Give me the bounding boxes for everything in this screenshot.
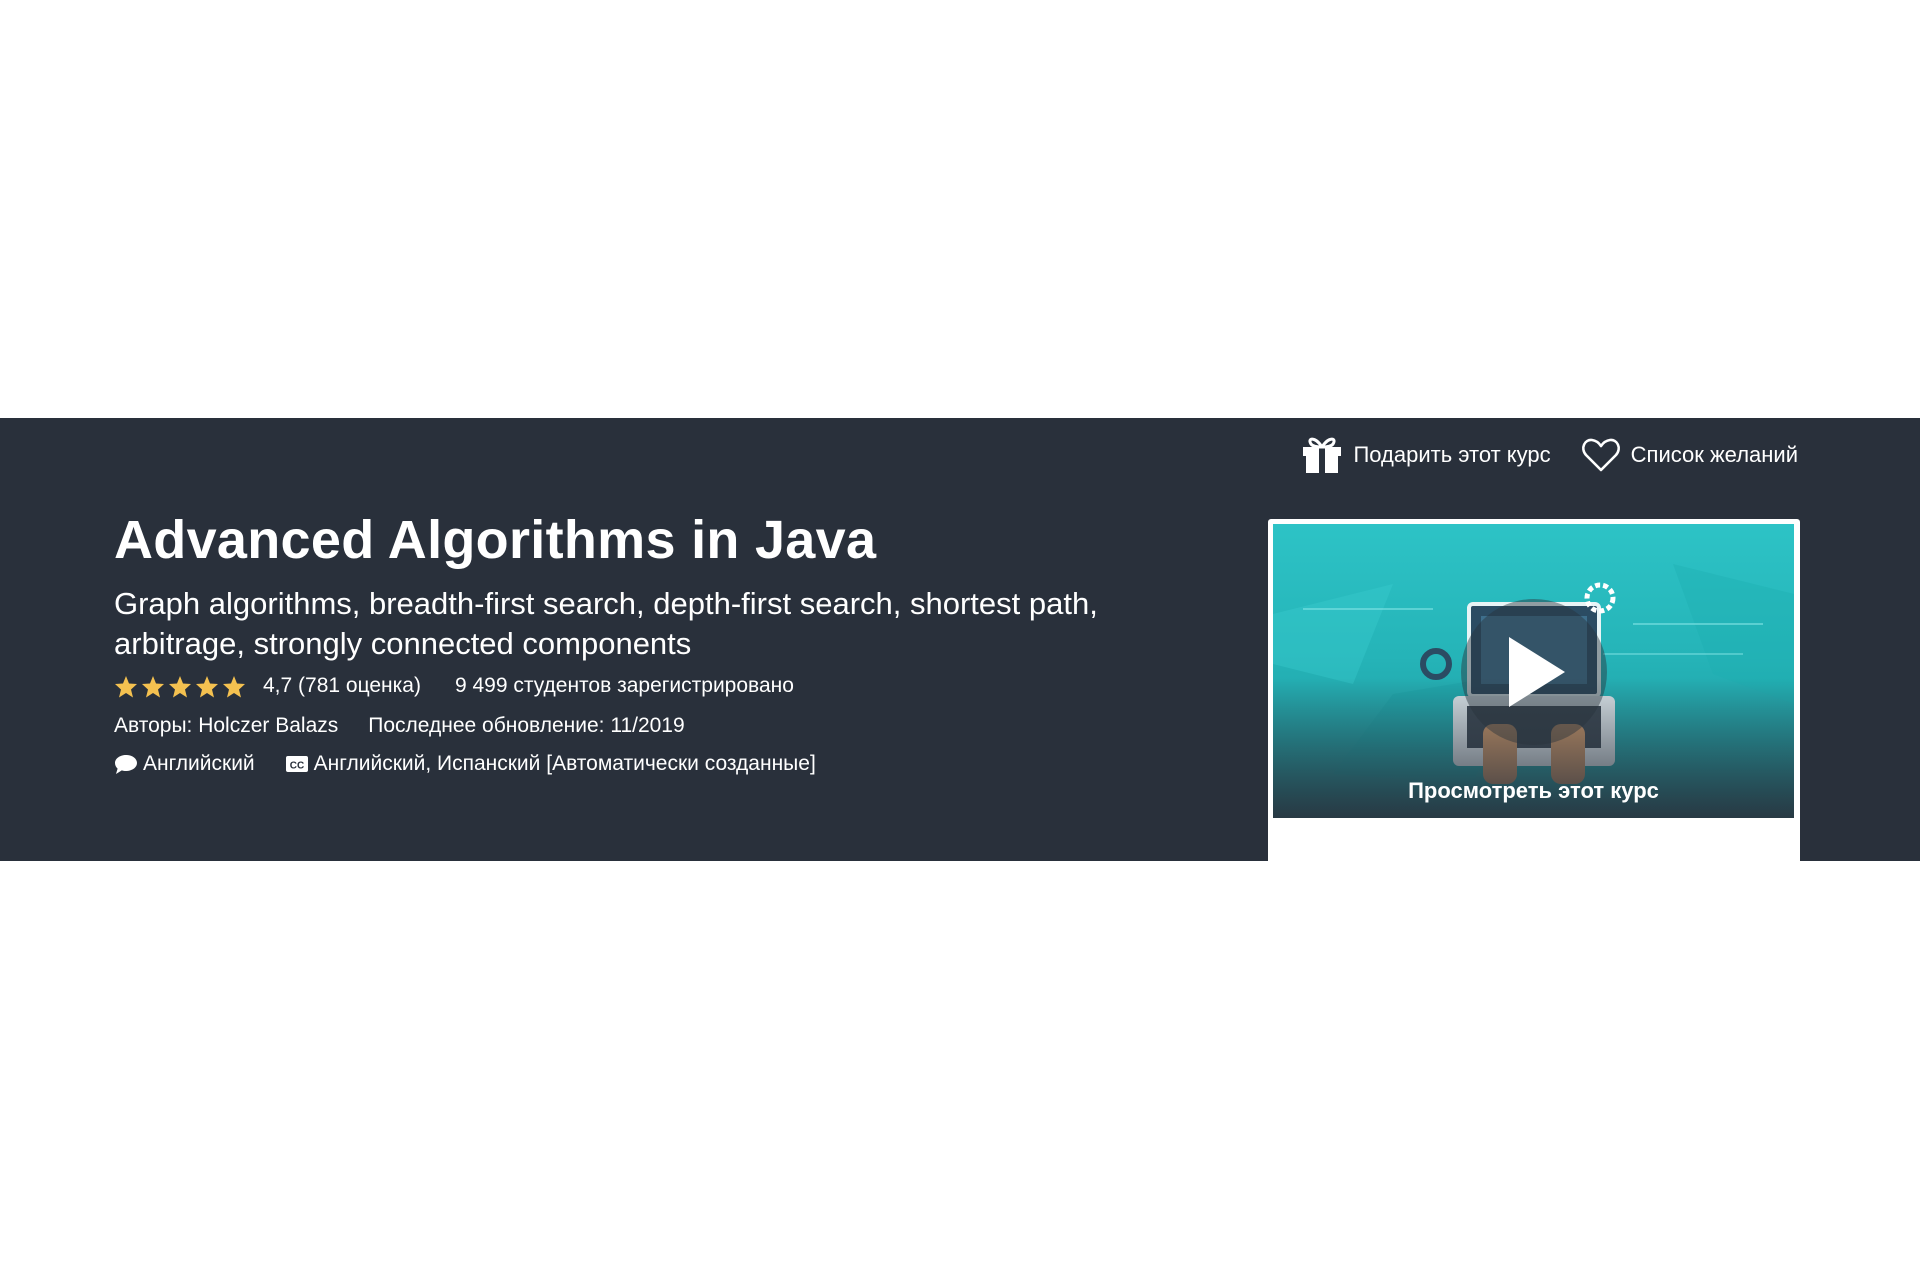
preview-course-label: Просмотреть этот курс (1408, 778, 1659, 803)
play-icon (1509, 637, 1565, 707)
gift-icon (1303, 437, 1342, 473)
star-rating[interactable] (114, 675, 249, 698)
speech-bubble-icon (115, 755, 137, 774)
gift-course-button[interactable]: Подарить этот курс (1301, 436, 1551, 474)
course-subtitle: Graph algorithms, breadth-first search, … (114, 586, 1098, 661)
captions-info: CC Английский, Испанский [Автоматически … (285, 752, 816, 776)
svg-text:CC: CC (289, 761, 303, 772)
last-updated: Последнее обновление: 11/2019 (368, 714, 685, 737)
play-button[interactable] (1461, 599, 1607, 745)
students-count: 9 499 студентов зарегистрировано (454, 674, 794, 697)
star-icon (115, 675, 137, 697)
heart-icon (1581, 438, 1620, 472)
course-actions: Подарить этот курс Список желаний (1301, 436, 1798, 474)
star-icon (223, 675, 245, 697)
rating-text[interactable]: 4,7 (781 оценка) (263, 674, 421, 698)
gift-course-label: Подарить этот курс (1353, 442, 1551, 467)
wishlist-label: Список желаний (1630, 442, 1798, 467)
course-page: Подарить этот курс Список желаний Advanc… (0, 0, 1920, 1280)
captions-languages: Английский, Испанский [Автоматически соз… (313, 752, 816, 775)
course-title: Advanced Algorithms in Java (114, 510, 877, 570)
wishlist-button[interactable]: Список желаний (1581, 437, 1798, 473)
course-authors[interactable]: Авторы: Holczer Balazs (114, 714, 338, 738)
course-preview-card: Просмотреть этот курс (1268, 519, 1800, 861)
star-icon (196, 675, 218, 697)
authors-row: Авторы: Holczer Balazs Последнее обновле… (114, 714, 685, 738)
language-row: Английский CC Английский, Испанский [Авт… (114, 752, 816, 776)
star-icon (142, 675, 164, 697)
rating-row: 4,7 (781 оценка) 9 499 студентов зарегис… (114, 674, 794, 698)
course-language: Английский (143, 752, 255, 775)
star-icon (169, 675, 191, 697)
closed-captions-icon: CC (285, 756, 308, 772)
course-preview-video[interactable]: Просмотреть этот курс (1273, 524, 1794, 818)
